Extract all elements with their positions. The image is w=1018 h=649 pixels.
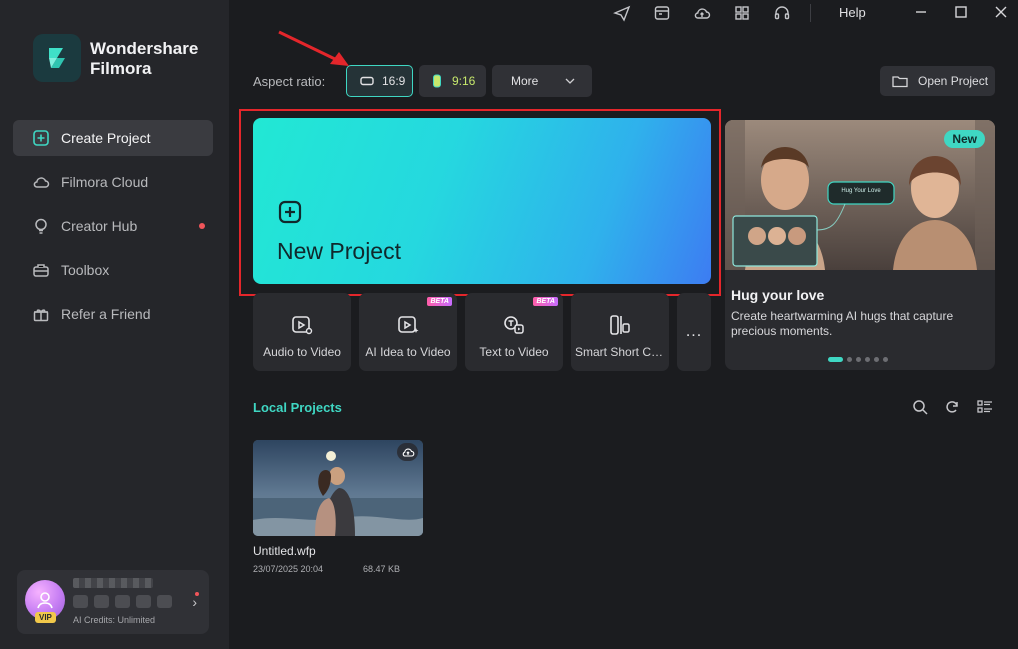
tool-label: Smart Short Cli... — [575, 345, 667, 359]
aspect-option-label: 16:9 — [382, 74, 406, 88]
promo-card[interactable]: Hug Your Love New Hug your love Create h… — [725, 120, 995, 370]
smart-short-icon — [610, 315, 630, 335]
carousel-dot[interactable] — [865, 357, 870, 362]
membership-icons — [73, 595, 172, 608]
more-tools-button[interactable]: ... — [677, 293, 711, 371]
project-date: 23/07/2025 20:04 — [253, 564, 324, 574]
plus-square-icon — [278, 200, 302, 224]
membership-icon — [115, 595, 130, 608]
calendar-icon[interactable] — [653, 4, 671, 22]
bulb-icon — [35, 218, 47, 234]
project-file-name[interactable]: Untitled.wfp — [253, 544, 316, 558]
user-icon — [37, 592, 53, 609]
cloud-upload-icon[interactable] — [693, 4, 711, 22]
sidebar-item-label: Refer a Friend — [61, 306, 151, 322]
membership-icon — [136, 595, 151, 608]
brand-name: Wondershare Filmora — [90, 39, 198, 79]
sidebar-item-label: Toolbox — [61, 262, 110, 278]
aspect-option-label: More — [511, 74, 539, 88]
promo-title: Hug your love — [731, 287, 825, 303]
audio-video-icon — [292, 316, 313, 335]
membership-icon — [94, 595, 109, 608]
annotation-arrow-icon — [278, 30, 349, 66]
plus-square-icon — [33, 130, 49, 146]
carousel-dot[interactable] — [883, 357, 888, 362]
aspect-9-16-button[interactable]: 9:16 — [419, 65, 486, 97]
maximize-icon[interactable] — [953, 4, 969, 20]
cloud-upload-icon[interactable] — [397, 443, 418, 461]
tool-smart-short-clips[interactable]: Smart Short Cli... — [571, 293, 669, 371]
aspect-more-dropdown[interactable]: More — [492, 65, 592, 97]
refresh-icon[interactable] — [943, 398, 961, 416]
promo-description: Create heartwarming AI hugs that capture… — [731, 309, 954, 338]
blurred-username — [73, 578, 153, 588]
sidebar-item-refer-a-friend[interactable]: Refer a Friend — [13, 296, 213, 332]
open-project-label: Open Project — [918, 74, 989, 88]
sidebar-item-label: Create Project — [61, 130, 151, 146]
sidebar-item-filmora-cloud[interactable]: Filmora Cloud — [13, 164, 213, 200]
aspect-ratio-label: Aspect ratio: — [253, 74, 326, 89]
portrait-icon — [433, 74, 441, 88]
grid-apps-icon[interactable] — [733, 4, 751, 22]
sidebar-nav: Create Project Filmora Cloud Creator Hub… — [13, 120, 213, 340]
new-project-label: New Project — [277, 238, 401, 264]
aspect-option-label: 9:16 — [452, 74, 476, 88]
beta-badge: BETA — [427, 297, 452, 306]
notification-dot — [199, 223, 205, 229]
brand-line1: Wondershare — [90, 39, 199, 58]
tool-audio-to-video[interactable]: Audio to Video — [253, 293, 351, 371]
topbar-separator — [810, 4, 811, 22]
sidebar-item-label: Creator Hub — [61, 218, 138, 234]
tool-label: Text to Video — [479, 345, 549, 359]
sidebar-item-create-project[interactable]: Create Project — [13, 120, 213, 156]
brand-line2: Filmora — [90, 59, 152, 78]
landscape-icon — [360, 76, 374, 86]
vip-badge: VIP — [35, 612, 56, 623]
minimize-icon[interactable] — [913, 4, 929, 20]
chevron-right-icon[interactable]: › — [192, 594, 197, 610]
carousel-dot[interactable] — [856, 357, 861, 362]
cloud-icon — [33, 177, 50, 188]
sidebar: Wondershare Filmora Create Project Filmo… — [0, 0, 229, 649]
send-icon[interactable] — [613, 4, 631, 22]
gift-icon — [33, 309, 49, 322]
carousel-dots — [828, 357, 888, 362]
local-projects-title: Local Projects — [253, 400, 342, 415]
carousel-dot[interactable] — [847, 357, 852, 362]
beta-badge: BETA — [533, 297, 558, 306]
list-view-icon[interactable] — [976, 398, 994, 416]
aspect-16-9-button[interactable]: 16:9 — [346, 65, 413, 97]
text-video-icon — [504, 316, 524, 334]
new-badge: New — [944, 130, 985, 148]
project-size: 68.47 KB — [363, 564, 401, 574]
toolbox-icon — [33, 264, 49, 277]
headset-icon[interactable] — [773, 4, 791, 22]
sidebar-item-label: Filmora Cloud — [61, 174, 149, 190]
account-panel[interactable]: VIP AI Credits: Unlimited › — [17, 570, 209, 634]
ai-idea-icon — [398, 316, 419, 333]
help-menu[interactable]: Help — [839, 5, 866, 20]
promo-image-caption: Hug Your Love — [841, 188, 881, 194]
tool-label: AI Idea to Video — [365, 345, 451, 359]
new-project-button[interactable]: New Project — [253, 118, 711, 284]
notification-dot — [195, 592, 199, 596]
membership-icon — [157, 595, 172, 608]
close-icon[interactable] — [993, 4, 1009, 20]
tool-ai-idea-to-video[interactable]: BETA AI Idea to Video — [359, 293, 457, 371]
folder-icon — [892, 76, 908, 88]
carousel-dot[interactable] — [874, 357, 879, 362]
chevron-down-icon — [565, 78, 575, 84]
sidebar-item-toolbox[interactable]: Toolbox — [13, 252, 213, 288]
search-icon[interactable] — [911, 398, 929, 416]
ai-credits-text: AI Credits: Unlimited — [73, 615, 156, 625]
tool-text-to-video[interactable]: BETA Text to Video — [465, 293, 563, 371]
filmora-logo — [33, 34, 81, 82]
carousel-dot[interactable] — [828, 357, 843, 362]
membership-icon — [73, 595, 88, 608]
tool-label: Audio to Video — [263, 345, 341, 359]
open-project-button[interactable]: Open Project — [880, 66, 995, 96]
sidebar-item-creator-hub[interactable]: Creator Hub — [13, 208, 213, 244]
